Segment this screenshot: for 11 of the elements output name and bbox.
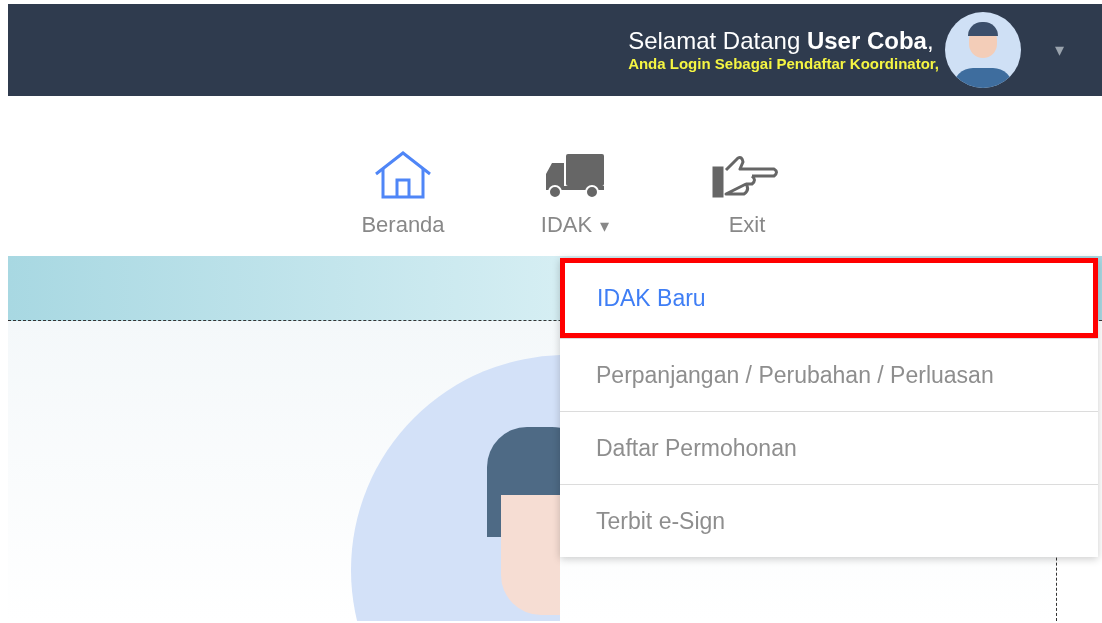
caret-icon[interactable]: ▾ bbox=[1055, 36, 1064, 64]
nav-item[interactable]: Exit bbox=[697, 150, 797, 256]
menu-item[interactable]: Terbit e-Sign bbox=[560, 484, 1098, 557]
role-text: Anda Login Sebagai Pendaftar Koordinator, bbox=[628, 55, 939, 73]
truck-icon bbox=[544, 154, 606, 200]
nav-item[interactable]: IDAK ▾ bbox=[525, 150, 625, 256]
menu-item[interactable]: IDAK Baru bbox=[560, 258, 1098, 338]
welcome-text: Selamat Datang User Coba, bbox=[628, 27, 934, 55]
menu-item[interactable]: Daftar Permohonan bbox=[560, 411, 1098, 484]
nav-item[interactable]: Beranda bbox=[353, 150, 453, 256]
menu-item[interactable]: Perpanjangan / Perubahan / Perluasan bbox=[560, 338, 1098, 411]
